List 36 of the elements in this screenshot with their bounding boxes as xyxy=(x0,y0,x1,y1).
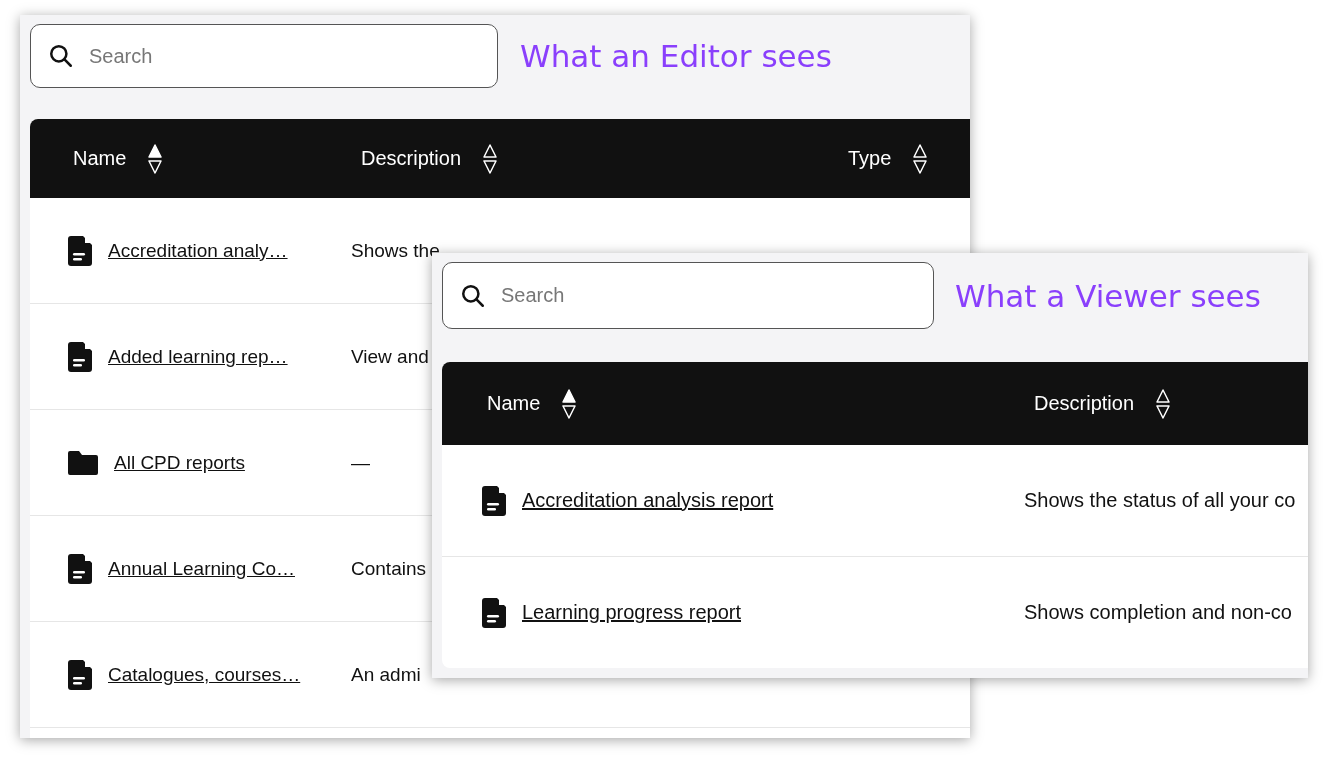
search-field[interactable]: Search xyxy=(30,24,498,88)
document-icon xyxy=(68,341,92,372)
sort-icon[interactable] xyxy=(483,143,498,174)
report-link[interactable]: Catalogues, courses… xyxy=(108,663,301,686)
description-text: Shows completion and non-co xyxy=(1024,601,1293,624)
report-link[interactable]: Accreditation analy… xyxy=(108,239,288,262)
sort-icon[interactable] xyxy=(913,143,928,174)
report-link[interactable]: All CPD reports xyxy=(114,451,245,474)
sort-icon[interactable] xyxy=(562,388,577,419)
sort-icon[interactable] xyxy=(148,143,163,174)
panel-heading: What an Editor sees xyxy=(520,38,832,74)
document-icon xyxy=(68,235,92,266)
document-icon xyxy=(68,553,92,584)
search-icon xyxy=(48,43,74,69)
column-header[interactable]: Description xyxy=(1034,392,1135,415)
document-icon xyxy=(482,597,506,628)
column-header[interactable]: Name xyxy=(73,147,127,170)
document-icon xyxy=(482,485,506,516)
search-field[interactable]: Search xyxy=(442,262,934,329)
description-text: View and xyxy=(351,345,430,368)
document-icon xyxy=(68,659,92,690)
search-icon xyxy=(460,282,486,309)
panel-heading: What a Viewer sees xyxy=(955,277,1261,314)
description-text: Shows the status of all your co xyxy=(1024,489,1297,512)
report-link[interactable]: Learning progress report xyxy=(522,601,741,624)
sort-icon[interactable] xyxy=(1156,388,1171,419)
description-text: An admi xyxy=(351,663,422,686)
column-header[interactable]: Description xyxy=(361,147,462,170)
column-header[interactable]: Name xyxy=(487,392,541,415)
report-link[interactable]: Accreditation analysis report xyxy=(522,489,774,512)
description-text: Contains xyxy=(351,557,427,580)
description-text: — xyxy=(351,451,371,474)
folder-icon xyxy=(68,450,98,475)
report-link[interactable]: Added learning rep… xyxy=(108,345,288,368)
report-link[interactable]: Annual Learning Co… xyxy=(108,557,295,580)
column-header[interactable]: Type xyxy=(848,147,892,170)
